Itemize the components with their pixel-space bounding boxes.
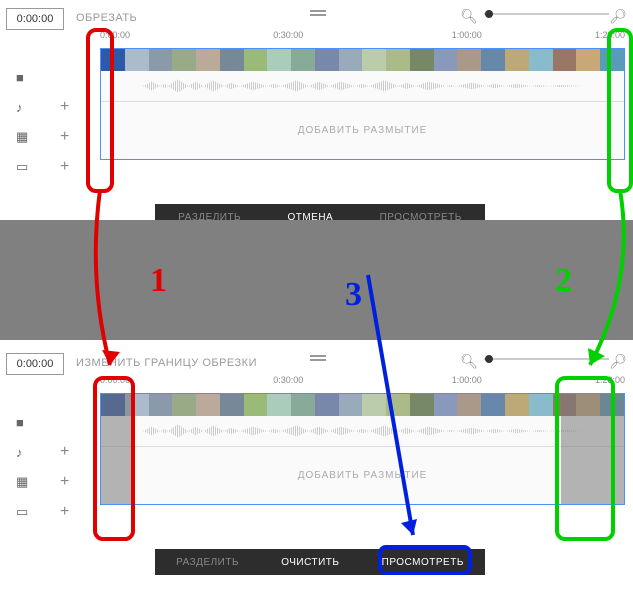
zoom-slider-thumb[interactable] [485,355,493,363]
annotation-box-2-bottom [555,376,615,541]
drag-handle-icon[interactable] [310,10,326,12]
annotation-box-1-bottom [93,376,135,541]
annotation-number-2: 2 [555,262,572,300]
zoom-out-icon[interactable]: 🔍︎ [460,353,478,370]
music-icon: ♪ [16,445,32,460]
annotation-arrow-1 [90,190,130,380]
blur-icon: ▦ [16,474,32,490]
zoom-slider-thumb[interactable] [485,10,493,18]
zoom-in-icon[interactable]: 🔎︎ [609,8,627,25]
ruler-mark: 0:30:00 [273,30,303,40]
music-icon: ♪ [16,100,32,115]
ruler-mark: 1:00:00 [452,30,482,40]
add-audio-button[interactable]: + [60,443,69,461]
annotation-box-2-top [607,28,633,193]
video-icon: ■︎ [16,415,32,430]
timeline[interactable]: 0:00:00 0:30:00 1:00:00 1:28:00 ДОБАВИТЬ… [100,30,625,160]
zoom-out-icon[interactable]: 🔍︎ [460,8,478,25]
add-blur-button[interactable]: + [60,128,69,146]
video-icon: ■︎ [16,70,32,85]
audio-waveform [101,71,624,101]
add-audio-button[interactable]: + [60,98,69,116]
annotation-arrow-3 [363,275,433,550]
add-card-button[interactable]: + [60,158,69,176]
clear-button[interactable]: ОЧИСТИТЬ [281,557,339,568]
card-icon: ▭ [16,159,32,175]
drag-handle-icon[interactable] [310,355,326,357]
zoom-slider[interactable] [484,13,609,15]
blur-icon: ▦ [16,129,32,145]
add-blur-button[interactable]: + [60,473,69,491]
card-icon: ▭ [16,504,32,520]
video-thumbnails [101,49,624,71]
track-tools: ■︎ ♪ + ▦ + ▭ + [0,62,78,182]
annotation-number-3: 3 [345,276,362,314]
split-button[interactable]: РАЗДЕЛИТЬ [176,557,239,568]
track-container: ДОБАВИТЬ РАЗМЫТИЕ [100,48,625,160]
time-display: 0:00:00 [6,353,64,375]
annotation-box-1-top [86,28,114,193]
add-blur-zone[interactable]: ДОБАВИТЬ РАЗМЫТИЕ [101,101,624,159]
time-ruler: 0:00:00 0:30:00 1:00:00 1:28:00 [100,30,625,48]
mode-label: ОБРЕЗАТЬ [76,12,137,24]
annotation-number-1: 1 [150,262,167,300]
ruler-mark: 1:00:00 [452,375,482,385]
track-tools: ■︎ ♪ + ▦ + ▭ + [0,407,78,527]
annotation-arrow-2 [575,190,633,380]
ruler-mark: 0:30:00 [273,375,303,385]
time-display: 0:00:00 [6,8,64,30]
add-card-button[interactable]: + [60,503,69,521]
